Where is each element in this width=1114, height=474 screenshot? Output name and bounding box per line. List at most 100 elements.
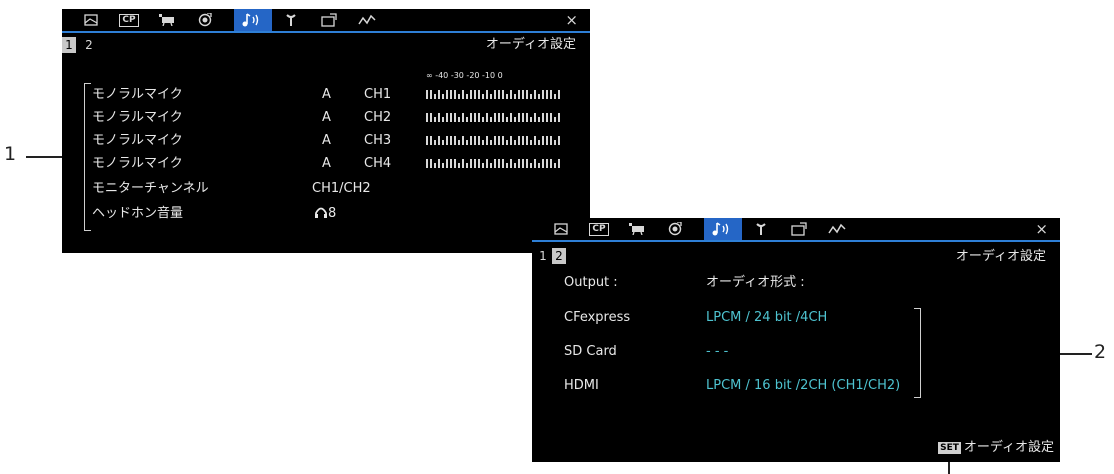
page-2[interactable]: 2 <box>82 37 96 53</box>
menu-tab-bar: CP × <box>62 9 590 33</box>
meter-tick <box>458 140 460 145</box>
meter-tick <box>486 159 488 168</box>
meter-tick <box>486 113 488 122</box>
meter-tick <box>558 113 560 122</box>
meter-tick <box>502 136 504 145</box>
meter-tick <box>430 159 432 168</box>
meter-tick <box>534 136 536 145</box>
meter-tick <box>486 136 488 145</box>
meter-tick <box>446 136 448 145</box>
meter-tick <box>514 140 516 145</box>
set-audio-settings[interactable]: SET オーディオ設定 <box>938 440 1054 456</box>
meter-tick <box>478 113 480 122</box>
meter-tick <box>530 94 532 99</box>
callout-1: 1 <box>4 143 17 165</box>
color-wheel-icon <box>668 222 682 236</box>
meter-tick <box>434 163 436 168</box>
camera-image-icon <box>554 223 568 235</box>
tab-assist[interactable] <box>818 218 856 240</box>
tab-assist[interactable] <box>348 9 386 31</box>
output-hdmi-format[interactable]: LPCM / 16 bit /2CH (CH1/CH2) <box>706 378 900 394</box>
audio-settings-panel-page1: CP × 12 オーディオ設定 ∞ -40 -30 -20 -10 0 モノラル… <box>62 9 590 253</box>
mic-row-label[interactable]: モノラルマイク <box>92 156 183 172</box>
meter-tick <box>554 163 556 168</box>
meter-tick <box>550 136 552 145</box>
meter-tick <box>526 159 528 168</box>
mic-row-label[interactable]: モノラルマイク <box>92 133 183 149</box>
tab-system[interactable] <box>742 218 780 240</box>
meter-tick <box>498 136 500 145</box>
page-1[interactable]: 1 <box>62 37 76 53</box>
meter-tick <box>554 94 556 99</box>
meter-tick <box>558 136 560 145</box>
meter-tick <box>482 140 484 145</box>
meter-tick <box>522 136 524 145</box>
mic-row-channel: CH3 <box>364 133 392 148</box>
page-title: オーディオ設定 <box>485 37 576 52</box>
meter-tick <box>438 159 440 168</box>
meter-tick <box>462 136 464 145</box>
meter-tick <box>442 117 444 122</box>
meter-tick <box>522 113 524 122</box>
meter-tick <box>430 90 432 99</box>
tab-audio[interactable] <box>704 218 742 240</box>
tab-color[interactable] <box>186 9 224 31</box>
meter-tick <box>474 159 476 168</box>
tab-audio[interactable] <box>234 9 272 31</box>
meter-tick <box>462 113 464 122</box>
close-icon[interactable]: × <box>565 9 578 31</box>
page-2[interactable]: 2 <box>552 248 566 264</box>
monitor-channel-label[interactable]: モニターチャンネル <box>92 181 209 197</box>
meter-tick <box>494 90 496 99</box>
custom-button-icon <box>791 222 807 236</box>
meter-tick <box>554 140 556 145</box>
audio-level-meter <box>426 113 560 122</box>
tab-color[interactable] <box>656 218 694 240</box>
meter-tick <box>434 94 436 99</box>
meter-tick <box>526 113 528 122</box>
tab-cp[interactable]: CP <box>580 218 618 240</box>
meter-tick <box>446 159 448 168</box>
headphone-volume-value: 8 <box>328 206 337 221</box>
output-cfexpress-format[interactable]: LPCM / 24 bit /4CH <box>706 310 827 326</box>
tab-camera-image[interactable] <box>72 9 110 31</box>
meter-tick <box>546 113 548 122</box>
meter-tick <box>546 159 548 168</box>
meter-tick <box>502 90 504 99</box>
tab-camera-movie[interactable] <box>618 218 656 240</box>
mic-row-label[interactable]: モノラルマイク <box>92 87 183 103</box>
meter-tick <box>466 117 468 122</box>
meter-tick <box>550 159 552 168</box>
meter-tick <box>558 90 560 99</box>
meter-tick <box>494 159 496 168</box>
close-icon[interactable]: × <box>1035 218 1048 240</box>
meter-tick <box>522 90 524 99</box>
tab-camera-movie[interactable] <box>148 9 186 31</box>
headphone-volume-label[interactable]: ヘッドホン音量 <box>92 206 183 222</box>
audio-icon <box>712 222 729 236</box>
mic-row-label[interactable]: モノラルマイク <box>92 110 183 126</box>
meter-tick <box>490 117 492 122</box>
tab-camera-image[interactable] <box>542 218 580 240</box>
meter-tick <box>458 163 460 168</box>
meter-tick <box>470 90 472 99</box>
color-wheel-icon <box>198 13 212 27</box>
meter-tick <box>510 113 512 122</box>
meter-tick <box>470 113 472 122</box>
meter-tick <box>482 117 484 122</box>
meter-tick <box>538 140 540 145</box>
page-1[interactable]: 1 <box>536 248 550 264</box>
tab-custom[interactable] <box>310 9 348 31</box>
meter-tick <box>430 113 432 122</box>
meter-tick <box>438 113 440 122</box>
set-audio-settings-label: オーディオ設定 <box>963 440 1054 455</box>
meter-tick <box>446 90 448 99</box>
camera-movie-icon <box>159 14 174 26</box>
tab-system[interactable] <box>272 9 310 31</box>
tab-custom[interactable] <box>780 218 818 240</box>
meter-tick <box>538 94 540 99</box>
meter-tick <box>450 159 452 168</box>
output-sdcard-format[interactable]: - - - <box>706 344 728 360</box>
tab-cp[interactable]: CP <box>110 9 148 31</box>
meter-tick <box>550 90 552 99</box>
